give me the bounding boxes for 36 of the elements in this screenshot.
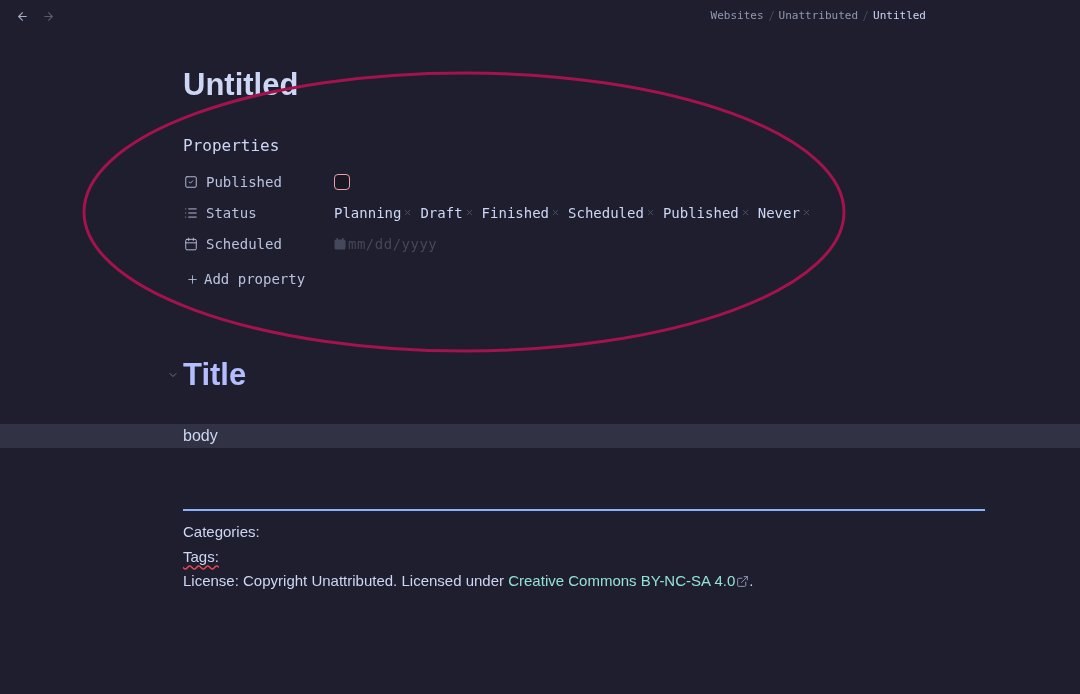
add-property-button[interactable]: Add property bbox=[204, 270, 306, 288]
license-link[interactable]: Creative Commons BY-NC-SA 4.0 bbox=[508, 569, 750, 594]
calendar-icon bbox=[184, 236, 198, 251]
close-icon[interactable] bbox=[464, 208, 474, 217]
breadcrumb-separator-icon bbox=[863, 11, 868, 21]
property-label: Scheduled bbox=[206, 234, 282, 253]
plus-icon[interactable] bbox=[186, 272, 199, 286]
license-text: License: Copyright Unattributed. Licensed under Creative Commons BY-NC-SA 4.0 . bbox=[183, 569, 754, 594]
calendar-icon[interactable] bbox=[334, 237, 346, 250]
close-icon[interactable] bbox=[403, 208, 413, 217]
status-tag[interactable]: Planning bbox=[334, 203, 402, 222]
close-icon[interactable] bbox=[551, 208, 561, 217]
property-label: Published bbox=[206, 172, 282, 191]
close-icon[interactable] bbox=[740, 208, 750, 217]
status-tag[interactable]: Finished bbox=[481, 203, 550, 222]
checkbox-icon bbox=[184, 174, 198, 189]
breadcrumb-link[interactable]: Untitled bbox=[873, 9, 926, 23]
checkbox[interactable] bbox=[334, 173, 350, 190]
status-tag[interactable]: Draft bbox=[420, 203, 463, 222]
section-heading: Title bbox=[183, 356, 247, 393]
status-tag[interactable]: Scheduled bbox=[568, 203, 644, 222]
status-tag[interactable]: Never bbox=[757, 203, 800, 222]
back-arrow-icon[interactable] bbox=[16, 9, 29, 23]
close-icon[interactable] bbox=[645, 208, 655, 217]
tags-label: Tags: bbox=[183, 546, 219, 567]
categories-label: Categories: bbox=[183, 522, 260, 542]
status-tag[interactable]: Published bbox=[662, 203, 739, 222]
breadcrumb-separator-icon bbox=[768, 11, 774, 21]
page-title: Untitled bbox=[183, 66, 299, 103]
breadcrumb-link[interactable]: Unattributed bbox=[778, 9, 858, 23]
close-icon[interactable] bbox=[801, 208, 811, 217]
external-link-icon[interactable] bbox=[736, 574, 750, 588]
breadcrumb-link[interactable]: Websites bbox=[710, 9, 764, 23]
list-icon bbox=[184, 205, 198, 220]
properties-heading: Properties bbox=[183, 136, 280, 156]
property-label: Status bbox=[206, 203, 257, 222]
